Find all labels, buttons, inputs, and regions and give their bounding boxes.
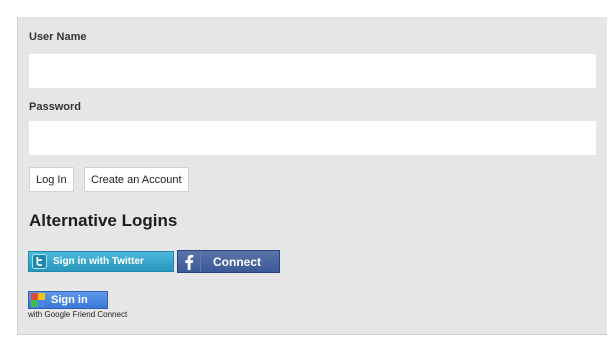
- google-friend-connect-icon: [31, 293, 45, 307]
- username-input[interactable]: [29, 54, 596, 88]
- google-signin-label: Sign in: [51, 294, 88, 306]
- username-label: User Name: [29, 31, 87, 43]
- create-account-button[interactable]: Create an Account: [84, 167, 189, 192]
- password-label: Password: [29, 101, 81, 113]
- twitter-signin-button[interactable]: Sign in with Twitter: [28, 251, 174, 272]
- login-button[interactable]: Log In: [29, 167, 74, 192]
- facebook-f-icon: [178, 251, 201, 272]
- google-friend-connect-button[interactable]: Sign in: [28, 291, 108, 309]
- facebook-connect-button[interactable]: Connect: [177, 250, 280, 273]
- page: User Name Password Log In Create an Acco…: [0, 0, 615, 351]
- twitter-signin-label: Sign in with Twitter: [53, 256, 144, 267]
- facebook-connect-label: Connect: [213, 254, 261, 269]
- password-input[interactable]: [29, 121, 596, 155]
- twitter-bird-icon: [32, 254, 47, 269]
- google-friend-connect-caption: with Google Friend Connect: [28, 310, 128, 319]
- login-panel: User Name Password Log In Create an Acco…: [17, 17, 607, 335]
- alternative-logins-heading: Alternative Logins: [29, 211, 178, 230]
